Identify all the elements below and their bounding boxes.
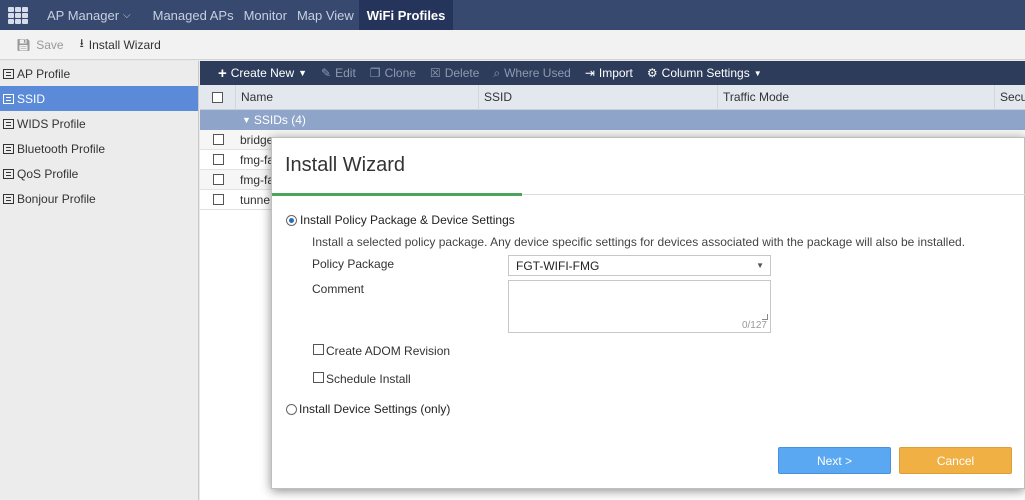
nav-managed-aps[interactable]: Managed APs	[148, 0, 239, 30]
caret-down-icon: ▼	[756, 261, 764, 270]
caret-down-icon: ▼	[753, 68, 762, 78]
group-label: SSIDs (4)	[253, 113, 306, 127]
sidebar-item-label: AP Profile	[17, 66, 71, 81]
list-icon	[3, 143, 14, 154]
trash-icon: ☒	[429, 66, 441, 80]
row-checkbox[interactable]	[212, 194, 224, 205]
column-header-name[interactable]: Name	[236, 84, 479, 110]
create-new-label: Create New	[230, 66, 295, 80]
row-name: fmg-fa	[240, 172, 275, 187]
sidebar-item-bluetooth-profile[interactable]: Bluetooth Profile	[0, 136, 198, 161]
wizard-progress-bar	[272, 193, 522, 196]
chevron-down-icon: ⌵	[123, 9, 131, 21]
top-nav: AP Manager ⌵ Managed APs Monitor Map Vie…	[0, 0, 1025, 30]
delete-label: Delete	[444, 66, 480, 80]
list-icon	[3, 68, 14, 79]
policy-package-select[interactable]: FGT-WIFI-FMG ▼	[508, 255, 771, 276]
sidebar-item-label: QoS Profile	[17, 166, 79, 181]
policy-package-label: Policy Package	[312, 257, 395, 271]
list-icon	[3, 118, 14, 129]
save-button[interactable]: 💾︎ Save	[16, 38, 64, 52]
comment-label: Comment	[312, 282, 365, 296]
dialog-title: Install Wizard	[285, 154, 406, 176]
sidebar-item-label: WIDS Profile	[17, 116, 86, 131]
list-icon	[3, 193, 14, 204]
import-label: Import	[598, 66, 633, 80]
gear-icon: ⚙	[646, 66, 658, 80]
column-header-security[interactable]: Secu	[995, 85, 1025, 110]
delete-button[interactable]: ☒ Delete	[430, 66, 479, 80]
sidebar-item-label: Bluetooth Profile	[17, 141, 106, 156]
comment-char-counter: 0/127	[741, 320, 767, 331]
create-new-button[interactable]: + Create New ▼	[218, 65, 307, 82]
select-all-cell	[200, 84, 236, 110]
fortinet-logo-icon[interactable]	[0, 0, 36, 30]
row-checkbox[interactable]	[212, 174, 224, 185]
row-name: bridge	[240, 132, 274, 147]
edit-button[interactable]: ✎ Edit	[321, 66, 356, 80]
save-icon: 💾︎	[16, 37, 32, 52]
next-button[interactable]: Next >	[778, 447, 891, 474]
app-menu[interactable]: AP Manager ⌵	[42, 0, 136, 30]
policy-package-value: FGT-WIFI-FMG	[516, 258, 600, 273]
sidebar-item-qos-profile[interactable]: QoS Profile	[0, 161, 198, 186]
row-name: fmg-fa	[240, 152, 275, 167]
plus-icon: +	[218, 64, 227, 82]
sidebar-item-label: SSID	[17, 91, 46, 106]
create-adom-revision-checkbox[interactable]	[313, 344, 324, 355]
column-settings-button[interactable]: ⚙ Column Settings ▼	[647, 66, 762, 80]
nav-wifi-profiles[interactable]: WiFi Profiles	[358, 0, 454, 30]
row-checkbox[interactable]	[212, 134, 224, 145]
edit-icon: ✎	[321, 66, 332, 80]
nav-map-view[interactable]: Map View	[292, 0, 359, 30]
install-wizard-button[interactable]: ⭳ Install Wizard	[80, 34, 161, 55]
list-icon	[3, 93, 14, 104]
where-used-button[interactable]: ⌕ Where Used	[493, 66, 570, 81]
column-header-traffic-mode[interactable]: Traffic Mode	[718, 84, 995, 110]
edit-label: Edit	[335, 66, 356, 80]
sidebar-item-wids-profile[interactable]: WIDS Profile	[0, 111, 198, 136]
schedule-install-label[interactable]: Schedule Install	[326, 372, 411, 386]
install-wizard-label: Install Wizard	[88, 37, 161, 52]
clone-icon: ❐	[369, 66, 381, 80]
main-toolbar: 💾︎ Save ⭳ Install Wizard	[0, 30, 1025, 60]
comment-field[interactable]: 0/127	[508, 280, 771, 333]
nav-monitor[interactable]: Monitor	[239, 0, 292, 30]
install-device-settings-label[interactable]: Install Device Settings (only)	[299, 402, 450, 416]
install-policy-package-radio[interactable]	[286, 215, 297, 226]
chevron-down-icon: ▼	[298, 68, 308, 78]
install-policy-package-label[interactable]: Install Policy Package & Device Settings	[300, 213, 515, 227]
save-label: Save	[36, 37, 64, 52]
row-name: tunne	[240, 192, 271, 207]
app-menu-label: AP Manager	[47, 7, 120, 23]
install-policy-package-description: Install a selected policy package. Any d…	[312, 235, 966, 249]
clone-label: Clone	[384, 66, 416, 80]
search-icon: ⌕	[493, 65, 501, 80]
create-adom-revision-label[interactable]: Create ADOM Revision	[326, 344, 450, 358]
install-wizard-dialog: Install Wizard Install Policy Package & …	[271, 137, 1025, 489]
where-used-label: Where Used	[504, 66, 571, 80]
sidebar-item-bonjour-profile[interactable]: Bonjour Profile	[0, 186, 198, 211]
schedule-install-checkbox[interactable]	[313, 372, 324, 383]
caret-down-icon: ▼	[242, 115, 251, 125]
column-settings-label: Column Settings	[661, 66, 750, 80]
content-toolbar: + Create New ▼ ✎ Edit ❐ Clone ☒ Delete ⌕…	[200, 61, 1025, 85]
sidebar-item-label: Bonjour Profile	[17, 191, 96, 206]
select-all-checkbox[interactable]	[212, 91, 223, 103]
list-icon	[3, 168, 14, 179]
sidebar: AP Profile SSID WIDS Profile Bluetooth P…	[0, 61, 199, 500]
row-checkbox[interactable]	[212, 154, 224, 165]
import-button[interactable]: ⇥ Import	[585, 66, 633, 80]
clone-button[interactable]: ❐ Clone	[370, 66, 416, 80]
sidebar-item-ssid[interactable]: SSID	[0, 86, 198, 111]
table-header: Name SSID Traffic Mode Secu	[200, 84, 1025, 110]
install-device-settings-radio[interactable]	[286, 404, 297, 415]
column-header-ssid[interactable]: SSID	[479, 84, 718, 110]
sidebar-item-ap-profile[interactable]: AP Profile	[0, 61, 198, 86]
import-icon: ⇥	[584, 66, 595, 80]
cancel-button[interactable]: Cancel	[899, 447, 1012, 474]
install-icon: ⭳	[79, 36, 84, 50]
group-row[interactable]: ▼ SSIDs (4)	[200, 110, 1025, 130]
